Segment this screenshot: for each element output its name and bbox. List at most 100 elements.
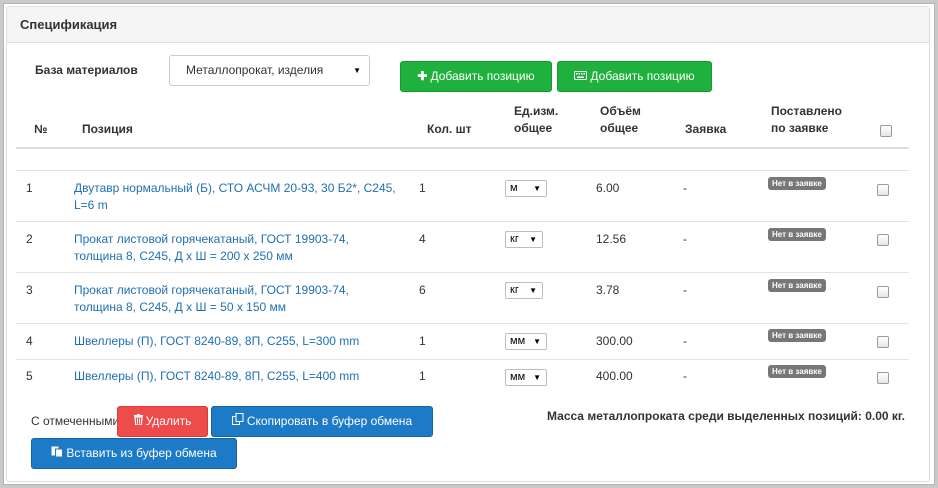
quantity-value: 1 (419, 369, 426, 383)
row-checkbox[interactable] (877, 286, 889, 298)
unit-select[interactable]: мм ▼ (505, 333, 547, 350)
copy-icon (231, 407, 244, 436)
position-link[interactable]: Швеллеры (П), ГОСТ 8240-89, 8П, С255, L=… (74, 333, 414, 350)
table-row: 3 Прокат листовой горячекатаный, ГОСТ 19… (16, 273, 909, 323)
header-delivered-line2: по заявке (771, 121, 829, 135)
header-position: Позиция (82, 122, 133, 136)
panel-title: Спецификация (7, 7, 929, 43)
quantity-value: 6 (419, 283, 426, 297)
header-divider (16, 147, 909, 149)
row-number: 4 (26, 334, 33, 348)
table-row: 5 Швеллеры (П), ГОСТ 8240-89, 8П, С255, … (16, 360, 909, 395)
table-row: 4 Швеллеры (П), ГОСТ 8240-89, 8П, С255, … (16, 324, 909, 359)
header-request: Заявка (685, 122, 727, 136)
paste-from-clipboard-button[interactable]: Вставить из буфер обмена (31, 438, 237, 469)
position-name-line1: Швеллеры (П), ГОСТ 8240-89, 8П, С255, L=… (74, 334, 360, 348)
trash-icon (133, 407, 143, 436)
row-number: 3 (26, 283, 33, 297)
select-all-checkbox[interactable] (880, 125, 892, 137)
position-link[interactable]: Прокат листовой горячекатаный, ГОСТ 1990… (74, 231, 414, 265)
volume-value: 6.00 (596, 181, 620, 195)
table-row: 1 Двутавр нормальный (Б), СТО АСЧМ 20-93… (16, 171, 909, 221)
unit-select[interactable]: м ▼ (505, 180, 547, 197)
header-number: № (34, 122, 48, 136)
materials-base-label: База материалов (35, 63, 138, 77)
chevron-down-icon: ▼ (353, 66, 361, 75)
keyboard-icon (574, 62, 588, 91)
header-unit-line1: Ед.изм. (514, 104, 559, 118)
position-name-line1: Прокат листовой горячекатаный, ГОСТ 1990… (74, 232, 349, 246)
position-name-line2: толщина 8, С245, Д x Ш = 200 x 250 мм (74, 249, 293, 263)
status-badge: Нет в заявке (768, 177, 826, 190)
position-name-line1: Прокат листовой горячекатаный, ГОСТ 1990… (74, 283, 349, 297)
volume-value: 400.00 (596, 369, 633, 383)
header-delivered: Поставлено по заявке (771, 103, 842, 137)
copy-label: Скопировать в буфер обмена (246, 414, 413, 428)
unit-value: м (510, 182, 518, 194)
copy-to-clipboard-button[interactable]: Скопировать в буфер обмена (211, 406, 433, 437)
header-volume-line2: общее (600, 121, 639, 135)
row-checkbox[interactable] (877, 336, 889, 348)
header-volume: Объём общее (600, 103, 641, 137)
request-value: - (683, 334, 687, 348)
row-number: 5 (26, 369, 33, 383)
request-value: - (683, 283, 687, 297)
volume-value: 300.00 (596, 334, 633, 348)
position-link[interactable]: Швеллеры (П), ГОСТ 8240-89, 8П, С255, L=… (74, 368, 414, 385)
quantity-value: 1 (419, 181, 426, 195)
status-badge: Нет в заявке (768, 365, 826, 378)
materials-base-select[interactable]: Металлопрокат, изделия ▼ (169, 55, 370, 86)
unit-select[interactable]: кг ▼ (505, 282, 543, 299)
header-quantity: Кол. шт (427, 122, 472, 136)
unit-value: кг (510, 284, 519, 296)
delete-label: Удалить (145, 414, 192, 428)
volume-value: 12.56 (596, 232, 627, 246)
chevron-down-icon: ▼ (529, 286, 537, 295)
unit-value: мм (510, 371, 526, 383)
chevron-down-icon: ▼ (529, 235, 537, 244)
position-name-line2: L=6 m (74, 198, 108, 212)
header-unit: Ед.изм. общее (514, 103, 558, 137)
row-number: 2 (26, 232, 33, 246)
with-selected-label: С отмеченными (31, 414, 120, 428)
header-volume-line1: Объём (600, 104, 641, 118)
position-name-line1: Двутавр нормальный (Б), СТО АСЧМ 20-93, … (74, 181, 396, 195)
unit-select[interactable]: мм ▼ (505, 369, 547, 386)
status-badge: Нет в заявке (768, 279, 826, 292)
quantity-value: 4 (419, 232, 426, 246)
add-position-label: Добавить позицию (430, 69, 535, 83)
position-link[interactable]: Прокат листовой горячекатаный, ГОСТ 1990… (74, 282, 414, 316)
paste-label: Вставить из буфер обмена (66, 446, 217, 460)
chevron-down-icon: ▼ (533, 184, 541, 193)
status-badge: Нет в заявке (768, 228, 826, 241)
unit-value: мм (510, 335, 526, 347)
row-number: 1 (26, 181, 33, 195)
request-value: - (683, 232, 687, 246)
add-position-button[interactable]: ✚ Добавить позицию (400, 61, 552, 92)
materials-base-value: Металлопрокат, изделия (186, 63, 324, 77)
row-checkbox[interactable] (877, 184, 889, 196)
add-position-keyboard-button[interactable]: Добавить позицию (557, 61, 712, 92)
position-link[interactable]: Двутавр нормальный (Б), СТО АСЧМ 20-93, … (74, 180, 414, 214)
position-name-line2: толщина 8, С245, Д x Ш = 50 x 150 мм (74, 300, 287, 314)
unit-select[interactable]: кг ▼ (505, 231, 543, 248)
chevron-down-icon: ▼ (533, 337, 541, 346)
add-position-keyboard-label: Добавить позицию (590, 69, 695, 83)
plus-icon: ✚ (417, 69, 428, 83)
header-unit-line2: общее (514, 121, 553, 135)
row-checkbox[interactable] (877, 234, 889, 246)
status-badge: Нет в заявке (768, 329, 826, 342)
volume-value: 3.78 (596, 283, 620, 297)
delete-button[interactable]: Удалить (117, 406, 208, 437)
paste-icon (51, 439, 64, 468)
chevron-down-icon: ▼ (533, 373, 541, 382)
selected-mass-summary: Масса металлопроката среди выделенных по… (547, 409, 906, 423)
unit-value: кг (510, 233, 519, 245)
position-name-line1: Швеллеры (П), ГОСТ 8240-89, 8П, С255, L=… (74, 369, 360, 383)
row-checkbox[interactable] (877, 372, 889, 384)
request-value: - (683, 181, 687, 195)
header-delivered-line1: Поставлено (771, 104, 842, 118)
request-value: - (683, 369, 687, 383)
quantity-value: 1 (419, 334, 426, 348)
table-row: 2 Прокат листовой горячекатаный, ГОСТ 19… (16, 222, 909, 272)
